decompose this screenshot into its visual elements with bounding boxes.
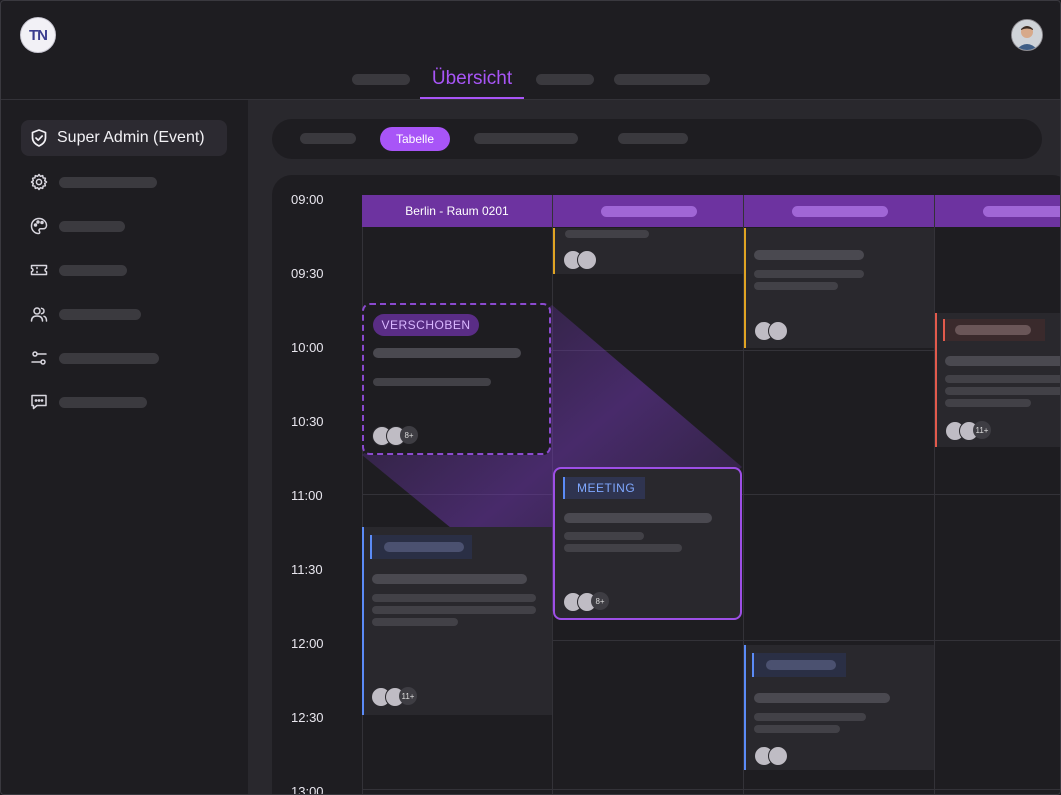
more-attendees-count: 8+ (400, 426, 418, 444)
sidebar-item-users[interactable] (29, 304, 229, 324)
attendee-avatar (768, 746, 788, 766)
view-option-3[interactable] (474, 133, 578, 144)
sidebar-item-label (59, 308, 141, 320)
palette-icon (29, 216, 49, 236)
time-label: 11:30 (291, 562, 323, 577)
event-type-placeholder (384, 542, 464, 552)
sidebar-item-tickets[interactable] (29, 260, 229, 280)
more-attendees-count: 8+ (591, 592, 609, 610)
sidebar-item-label (59, 396, 147, 408)
attendee-avatar (768, 321, 788, 341)
event-text-placeholder (945, 399, 1031, 407)
event-card[interactable] (744, 228, 934, 348)
event-accent (362, 527, 364, 715)
more-attendees-count: 11+ (399, 687, 417, 705)
event-text-placeholder (945, 375, 1060, 383)
app-window: TN Übersicht Super Admin (Event) Tabelle… (0, 0, 1061, 795)
event-text-placeholder (754, 713, 866, 721)
sliders-icon (29, 348, 49, 368)
postponed-event-card[interactable]: VERSCHOBEN 8+ (362, 303, 551, 455)
gear-icon (29, 172, 49, 192)
calendar-grid: Berlin - Raum 0201 11+ VERSCHOBEN 8+ 11+… (362, 195, 1060, 794)
event-title-placeholder (564, 513, 712, 523)
event-type-placeholder (955, 325, 1031, 335)
event-card[interactable] (744, 645, 934, 770)
event-text-placeholder (372, 594, 536, 602)
event-title-placeholder (372, 574, 527, 584)
meeting-event-card[interactable]: MEETING 8+ (553, 467, 742, 620)
sidebar-item-label (59, 220, 125, 232)
event-card[interactable] (553, 228, 743, 274)
shield-check-icon (29, 128, 49, 148)
view-option-tabelle[interactable]: Tabelle (380, 127, 450, 151)
event-text-placeholder (754, 725, 840, 733)
calendar-panel: 09:00 09:30 10:00 10:30 11:00 11:30 12:0… (272, 175, 1060, 795)
users-icon (29, 304, 49, 324)
event-accent (744, 228, 746, 348)
event-text-placeholder (754, 282, 838, 290)
event-accent (744, 645, 746, 770)
time-label: 09:30 (291, 266, 324, 281)
sidebar-item-messages[interactable] (29, 392, 229, 412)
tab-4[interactable] (614, 74, 710, 85)
sidebar-item-label (59, 176, 157, 188)
app-logo[interactable]: TN (20, 17, 56, 53)
tab-uebersicht[interactable]: Übersicht (420, 68, 524, 98)
time-label: 12:30 (291, 710, 324, 725)
event-text-placeholder (372, 618, 458, 626)
event-text-placeholder (754, 270, 864, 278)
sidebar-item-settings[interactable] (29, 172, 229, 192)
time-label: 10:00 (291, 340, 324, 355)
ticket-icon (29, 260, 49, 280)
event-card[interactable]: 11+ (362, 527, 552, 715)
attendee-avatar (577, 250, 597, 270)
event-accent (935, 313, 937, 447)
sidebar (1, 100, 248, 794)
event-text-placeholder (373, 378, 491, 386)
time-label: 11:00 (291, 488, 323, 503)
event-title-placeholder (945, 356, 1060, 366)
view-switcher: Tabelle (272, 119, 1042, 159)
event-text-placeholder (564, 532, 644, 540)
time-label: 10:30 (291, 414, 324, 429)
chat-icon (29, 392, 49, 412)
sidebar-item-filters[interactable] (29, 348, 229, 368)
sidebar-item-appearance[interactable] (29, 216, 229, 236)
user-avatar[interactable] (1011, 19, 1043, 51)
view-option-1[interactable] (300, 133, 356, 144)
event-type-placeholder (766, 660, 836, 670)
event-text-placeholder (372, 606, 536, 614)
event-title-placeholder (754, 693, 890, 703)
meeting-label: MEETING (563, 477, 646, 499)
tab-1[interactable] (352, 74, 410, 85)
event-title-placeholder (754, 250, 864, 260)
tab-3[interactable] (536, 74, 594, 85)
event-text-placeholder (945, 387, 1060, 395)
event-text-placeholder (565, 230, 649, 238)
more-attendees-count: 11+ (973, 421, 991, 439)
sidebar-item-label: Super Admin (Event) (57, 129, 205, 146)
event-card[interactable]: 11+ (935, 313, 1060, 447)
sidebar-item-super-admin[interactable]: Super Admin (Event) (21, 120, 227, 156)
event-title-placeholder (373, 348, 521, 358)
view-option-4[interactable] (618, 133, 688, 144)
event-text-placeholder (564, 544, 682, 552)
time-label: 13:00 (291, 784, 324, 795)
time-label: 09:00 (291, 192, 324, 207)
time-label: 12:00 (291, 636, 324, 651)
event-accent (553, 228, 555, 274)
sidebar-item-label (59, 264, 127, 276)
postponed-badge: VERSCHOBEN (373, 314, 479, 336)
sidebar-item-label (59, 352, 159, 364)
